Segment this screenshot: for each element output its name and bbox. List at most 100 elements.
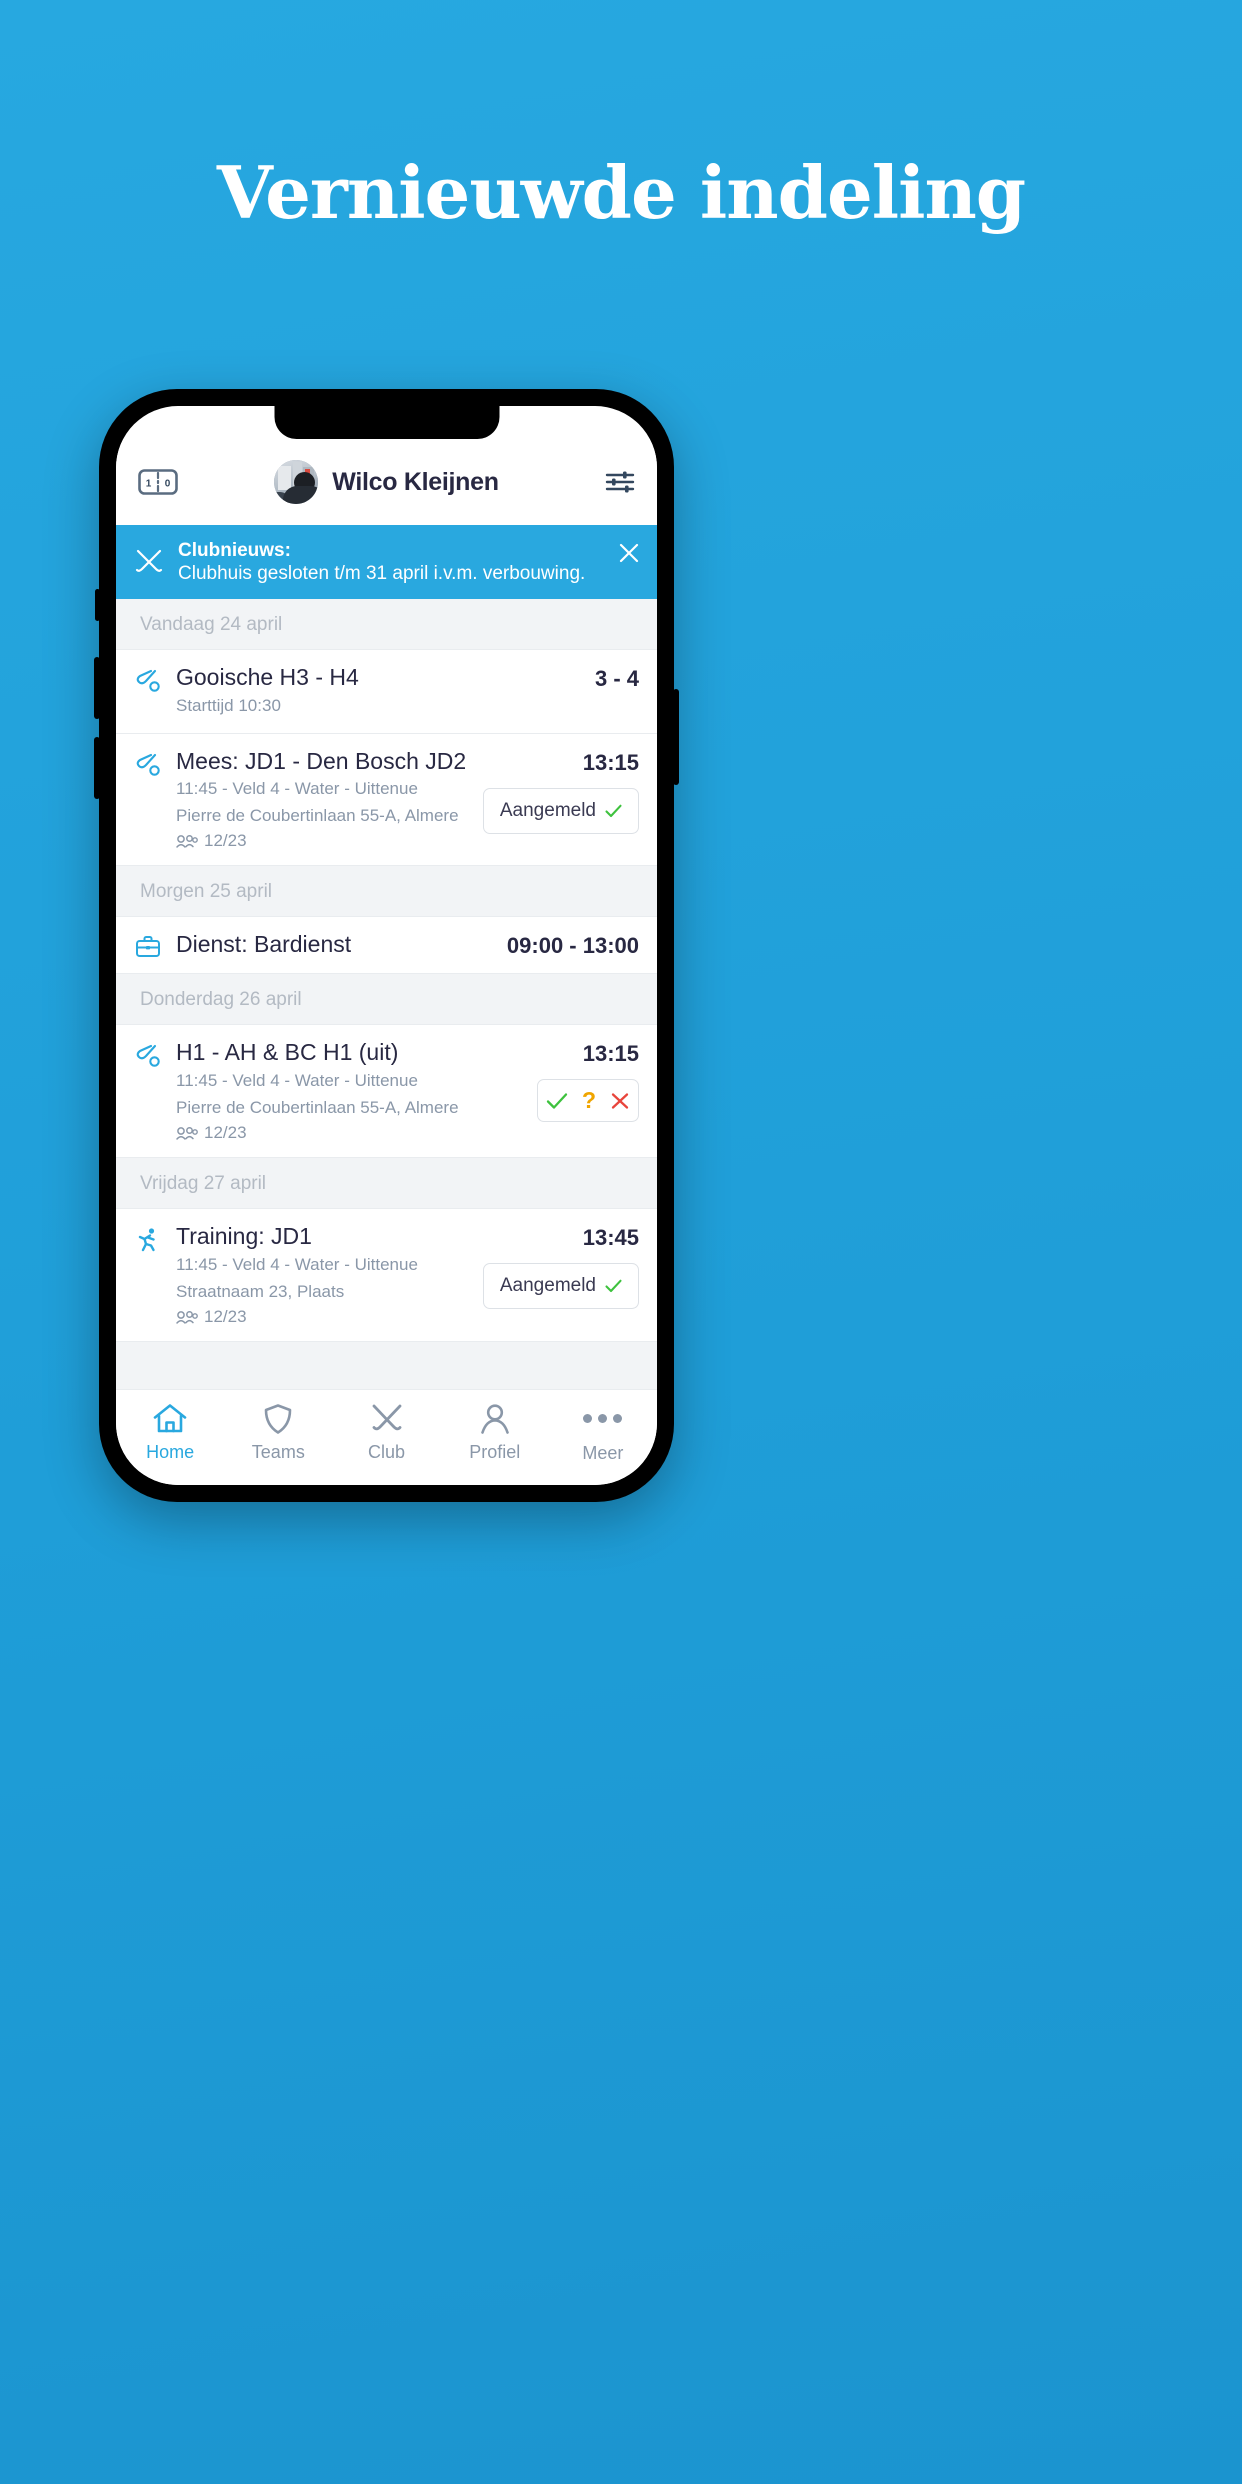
app-header: 1 0 Wilco Kleijnen [116,439,657,525]
agenda-list[interactable]: Vandaag 24 april Gooische H3 - H4 Startt… [116,599,657,1389]
row-subtitle-2: Pierre de Coubertinlaan 55-A, Almere [176,805,459,825]
close-icon [619,543,639,563]
attendance-count: 12/23 [204,831,247,851]
agenda-row[interactable]: Mees: JD1 - Den Bosch JD2 11:45 - Veld 4… [116,733,657,867]
tab-meer[interactable]: Meer [549,1402,657,1464]
row-body: Mees: JD1 - Den Bosch JD2 11:45 - Veld 4… [176,748,469,852]
shield-icon [264,1403,292,1434]
ellipsis-icon [583,1402,623,1436]
day-header: Donderdag 26 april [116,974,657,1025]
list-bottom-spacer [116,1342,657,1389]
row-subtitle: Starttijd 10:30 [176,695,281,715]
check-icon[interactable] [546,1092,568,1110]
aangemeld-button[interactable]: Aangemeld [482,787,639,834]
banner-subtitle: Clubhuis gesloten t/m 31 april i.v.m. ve… [178,563,586,585]
row-right: 13:15 ? [536,1039,639,1123]
hockey-stick-ball-icon [136,1045,160,1068]
agenda-row[interactable]: Training: JD1 11:45 - Veld 4 - Water - U… [116,1208,657,1343]
row-icon [134,664,162,694]
row-attendance: 12/23 [176,831,469,851]
phone-power-button [673,689,679,785]
row-body: Training: JD1 11:45 - Veld 4 - Water - U… [176,1223,469,1327]
day-header: Morgen 25 april [116,866,657,917]
aangemeld-label: Aangemeld [499,799,596,821]
phone-frame: 1 0 Wilco Kleijnen Clubnieuws: Clubhuis … [94,389,679,1502]
row-right: 13:45 Aangemeld [482,1223,639,1310]
people-icon [176,835,198,848]
banner-title: Clubnieuws: [178,540,291,561]
svg-text:0: 0 [165,479,171,490]
crossed-hockey-sticks-icon [135,550,163,573]
agenda-row[interactable]: Dienst: Bardienst 09:00 - 13:00 [116,916,657,975]
settings-button[interactable] [581,470,635,494]
tab-label: Teams [251,1441,305,1462]
cross-icon[interactable] [610,1092,630,1110]
page-title: Vernieuwde indeling [216,150,1026,235]
row-icon [134,1039,162,1069]
phone-volume-up [94,657,100,719]
row-subtitle-1: 11:45 - Veld 4 - Water - Uittenue [176,779,418,799]
row-icon [134,1223,162,1253]
avatar[interactable] [274,460,319,504]
row-right: 3 - 4 [595,664,639,692]
crossed-sticks-icon [372,1404,401,1430]
phone-volume-down [94,737,100,799]
row-time: 13:15 [582,1041,639,1067]
aangemeld-button[interactable]: Aangemeld [482,1263,639,1310]
row-subtitle-1: 11:45 - Veld 4 - Water - Uittenue [176,1071,418,1091]
home-icon [153,1403,187,1432]
row-score: 3 - 4 [594,666,639,692]
day-header: Vandaag 24 april [116,599,657,650]
row-icon [134,748,162,778]
scoreboard-button[interactable]: 1 0 [138,469,192,495]
row-right: 09:00 - 13:00 [507,931,639,959]
hockey-stick-ball-icon [136,753,160,776]
agenda-row[interactable]: Gooische H3 - H4 Starttijd 10:30 3 - 4 [116,649,657,734]
check-icon [605,1280,622,1293]
row-title: Gooische H3 - H4 [176,664,359,691]
row-title: Dienst: Bardienst [176,931,352,958]
phone-mute-switch [95,589,100,621]
row-right: 13:15 Aangemeld [482,748,639,834]
question-icon[interactable]: ? [582,1089,596,1112]
people-icon [176,1126,198,1140]
check-icon [605,804,622,817]
tab-label: Profiel [469,1441,521,1462]
row-subtitle-2: Pierre de Coubertinlaan 55-A, Almere [176,1097,459,1117]
row-time: 13:45 [582,1225,639,1251]
hockey-stick-ball-icon [136,670,160,693]
tab-teams[interactable]: Teams [224,1403,332,1463]
svg-text:1: 1 [146,479,152,490]
row-title: Mees: JD1 - Den Bosch JD2 [176,747,467,774]
row-title: H1 - AH & BC H1 (uit) [176,1039,399,1066]
bottom-tabbar: Home Teams Club Profiel Meer [116,1389,657,1485]
row-attendance: 12/23 [176,1123,523,1143]
user-name: Wilco Kleijnen [332,467,499,496]
tab-label: Meer [582,1442,624,1463]
sliders-icon [605,471,635,493]
rsvp-group[interactable]: ? [536,1079,639,1123]
agenda-row[interactable]: H1 - AH & BC H1 (uit) 11:45 - Veld 4 - W… [116,1024,657,1159]
phone-screen: 1 0 Wilco Kleijnen Clubnieuws: Clubhuis … [116,406,657,1485]
person-icon [480,1403,509,1434]
row-body: H1 - AH & BC H1 (uit) 11:45 - Veld 4 - W… [176,1039,523,1143]
row-time: 13:15 [582,749,639,775]
row-icon [134,931,162,959]
row-body: Dienst: Bardienst [176,931,493,959]
aangemeld-label: Aangemeld [499,1275,596,1297]
tab-home[interactable]: Home [116,1403,224,1463]
people-icon [176,1310,198,1324]
club-news-banner[interactable]: Clubnieuws: Clubhuis gesloten t/m 31 apr… [116,525,657,600]
row-subtitle-2: Straatnaam 23, Plaats [176,1281,345,1301]
banner-close-button[interactable] [617,541,641,565]
header-user[interactable]: Wilco Kleijnen [192,460,581,504]
tab-profiel[interactable]: Profiel [441,1403,549,1463]
running-person-icon [138,1228,155,1252]
banner-text: Clubnieuws: Clubhuis gesloten t/m 31 apr… [178,539,603,585]
briefcase-icon [136,936,160,958]
row-time: 09:00 - 13:00 [506,933,639,959]
row-attendance: 12/23 [176,1307,469,1327]
tab-club[interactable]: Club [332,1403,440,1463]
day-header: Vrijdag 27 april [116,1158,657,1209]
phone-notch [274,406,499,439]
